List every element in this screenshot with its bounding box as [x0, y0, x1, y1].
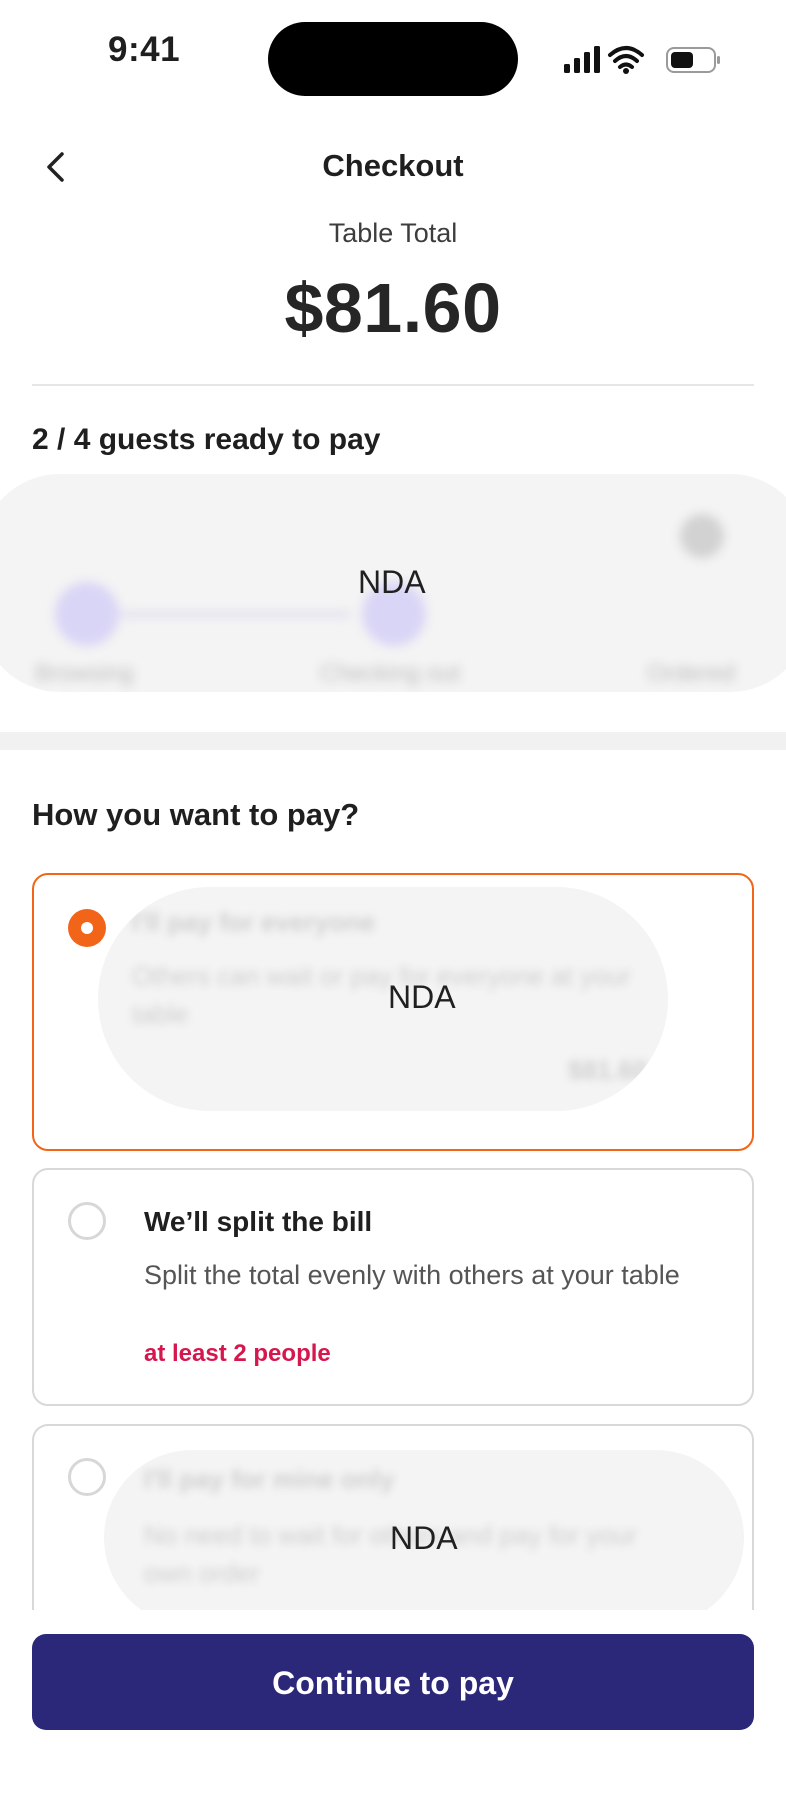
continue-to-pay-button[interactable]: Continue to pay [32, 1634, 754, 1730]
nda-redaction-label: NDA [388, 979, 456, 1015]
option-amount: $81.60 [568, 1055, 648, 1085]
guest-progress-tracker: Browsing Checking out Ordered NDA [0, 474, 786, 692]
section-separator [0, 732, 786, 750]
payment-question: How you want to pay? [32, 797, 360, 832]
payment-option-split-bill[interactable]: We’ll split the bill Split the total eve… [32, 1168, 754, 1406]
radio-unselected[interactable] [68, 1458, 106, 1496]
status-icons [564, 46, 720, 74]
payment-option-pay-mine[interactable]: I'll pay for mine only No need to wait f… [32, 1424, 754, 1626]
table-total-label: Table Total [328, 218, 458, 248]
option-requirement-note: at least 2 people [144, 1340, 331, 1367]
progress-avatar-icon [680, 514, 724, 558]
wifi-icon [608, 46, 644, 69]
nda-redaction-label: NDA [390, 1520, 458, 1556]
redacted-content: I'll pay for everyone Others can wait or… [98, 887, 668, 1111]
option-title: I'll pay for everyone [132, 907, 376, 937]
page-title: Checkout [322, 148, 464, 183]
radio-unselected[interactable] [68, 1202, 106, 1240]
dynamic-island [268, 22, 518, 96]
progress-step-label: Checking out [320, 660, 461, 687]
option-title: We’ll split the bill [144, 1206, 373, 1237]
progress-step-dot [55, 582, 119, 646]
table-total-amount: $81.60 [284, 269, 502, 347]
nda-redaction-label: NDA [358, 564, 426, 600]
divider [32, 384, 754, 386]
payment-option-pay-everyone[interactable]: I'll pay for everyone Others can wait or… [32, 873, 754, 1151]
option-description: Split the total evenly with others at yo… [144, 1260, 680, 1290]
battery-icon [666, 47, 720, 73]
cellular-signal-icon [564, 46, 600, 73]
guests-ready-text: 2 / 4 guests ready to pay [32, 423, 381, 456]
status-time: 9:41 [108, 30, 181, 69]
radio-selected[interactable] [68, 909, 106, 947]
progress-line [120, 613, 350, 616]
progress-step-label: Browsing [35, 660, 134, 687]
progress-step-label: Ordered [647, 660, 736, 687]
option-title: I'll pay for mine only [144, 1464, 395, 1494]
